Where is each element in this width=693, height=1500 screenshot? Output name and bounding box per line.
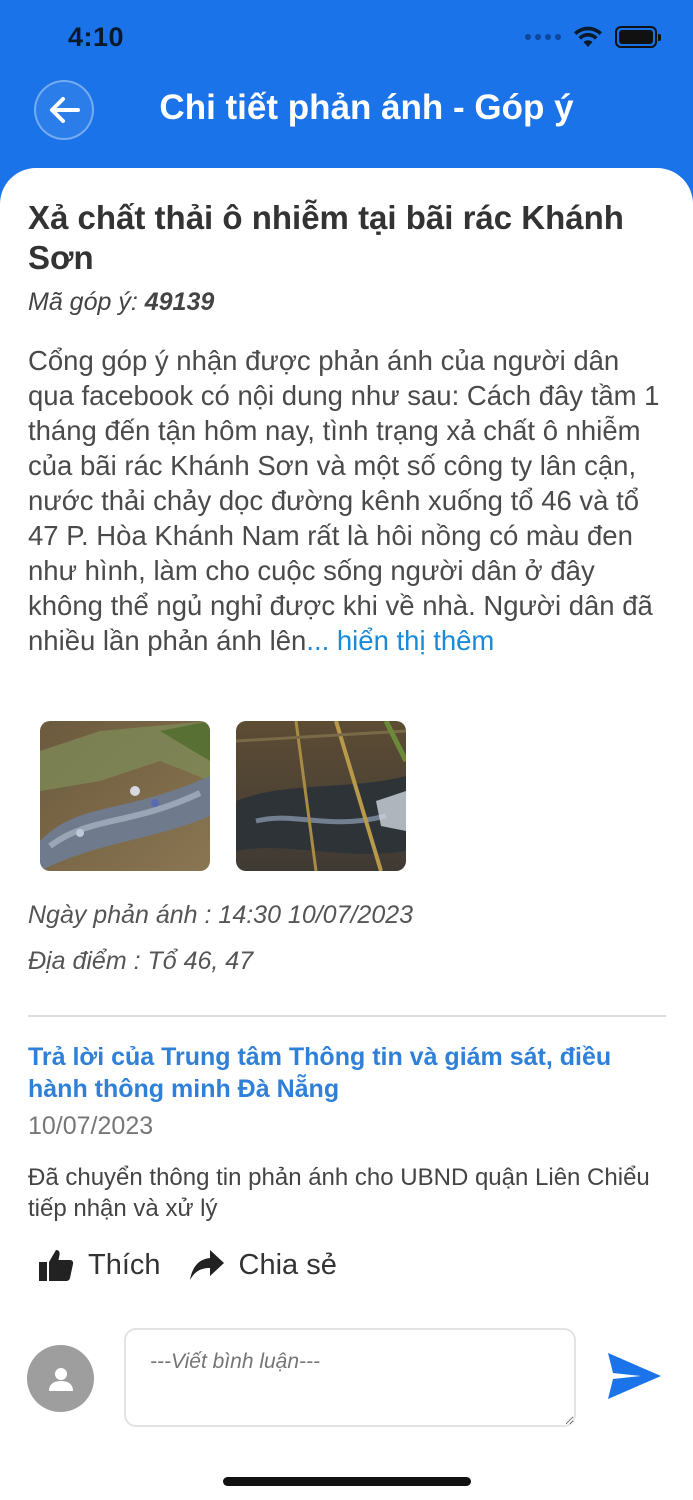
- wifi-icon: [574, 26, 602, 47]
- report-body: Cổng góp ý nhận được phản ánh của người …: [28, 343, 668, 658]
- action-bar: Thích Chia sẻ: [38, 1248, 365, 1282]
- report-body-text: Cổng góp ý nhận được phản ánh của người …: [28, 345, 660, 656]
- report-location: Địa điểm : Tổ 46, 47: [28, 947, 254, 975]
- user-icon: [48, 1367, 73, 1391]
- comment-input[interactable]: [124, 1328, 576, 1427]
- share-label: Chia sẻ: [238, 1248, 337, 1281]
- system-icons: [525, 26, 661, 48]
- comment-bar: [0, 1328, 693, 1428]
- reply-title: Trả lời của Trung tâm Thông tin và giám …: [28, 1043, 612, 1103]
- page-title: Chi tiết phản ánh - Góp ý: [159, 88, 574, 127]
- status-time: 4:10: [68, 22, 125, 52]
- reply-text: Đã chuyển thông tin phản ánh cho UBND qu…: [28, 1164, 650, 1222]
- share-button[interactable]: Chia sẻ: [189, 1249, 337, 1282]
- cellular-signal-icon: [525, 34, 561, 40]
- report-code: Mã góp ý: 49139: [28, 288, 214, 317]
- like-label: Thích: [88, 1248, 161, 1281]
- home-indicator: [223, 1477, 471, 1486]
- send-icon: [608, 1353, 661, 1399]
- report-image-1[interactable]: [40, 721, 210, 871]
- header: Chi tiết phản ánh - Góp ý: [0, 78, 693, 168]
- divider: [28, 1015, 666, 1017]
- detail-sheet: Xả chất thải ô nhiễm tại bãi rác Khánh S…: [0, 168, 693, 1500]
- like-button[interactable]: Thích: [38, 1248, 161, 1282]
- thumbs-up-icon: [39, 1250, 74, 1281]
- report-code-label: Mã góp ý:: [28, 288, 138, 316]
- report-title: Xả chất thải ô nhiễm tại bãi rác Khánh S…: [28, 199, 624, 276]
- battery-icon: [615, 26, 661, 48]
- report-image-2[interactable]: [236, 721, 406, 871]
- avatar: [27, 1345, 94, 1412]
- reply-date: 10/07/2023: [28, 1112, 154, 1140]
- show-more-link[interactable]: ... hiển thị thêm: [306, 625, 494, 656]
- report-date: Ngày phản ánh : 14:30 10/07/2023: [28, 901, 414, 929]
- status-bar: 4:10: [0, 0, 693, 78]
- share-arrow-icon: [189, 1250, 224, 1280]
- send-button[interactable]: [605, 1350, 663, 1402]
- report-code-value: 49139: [144, 288, 215, 316]
